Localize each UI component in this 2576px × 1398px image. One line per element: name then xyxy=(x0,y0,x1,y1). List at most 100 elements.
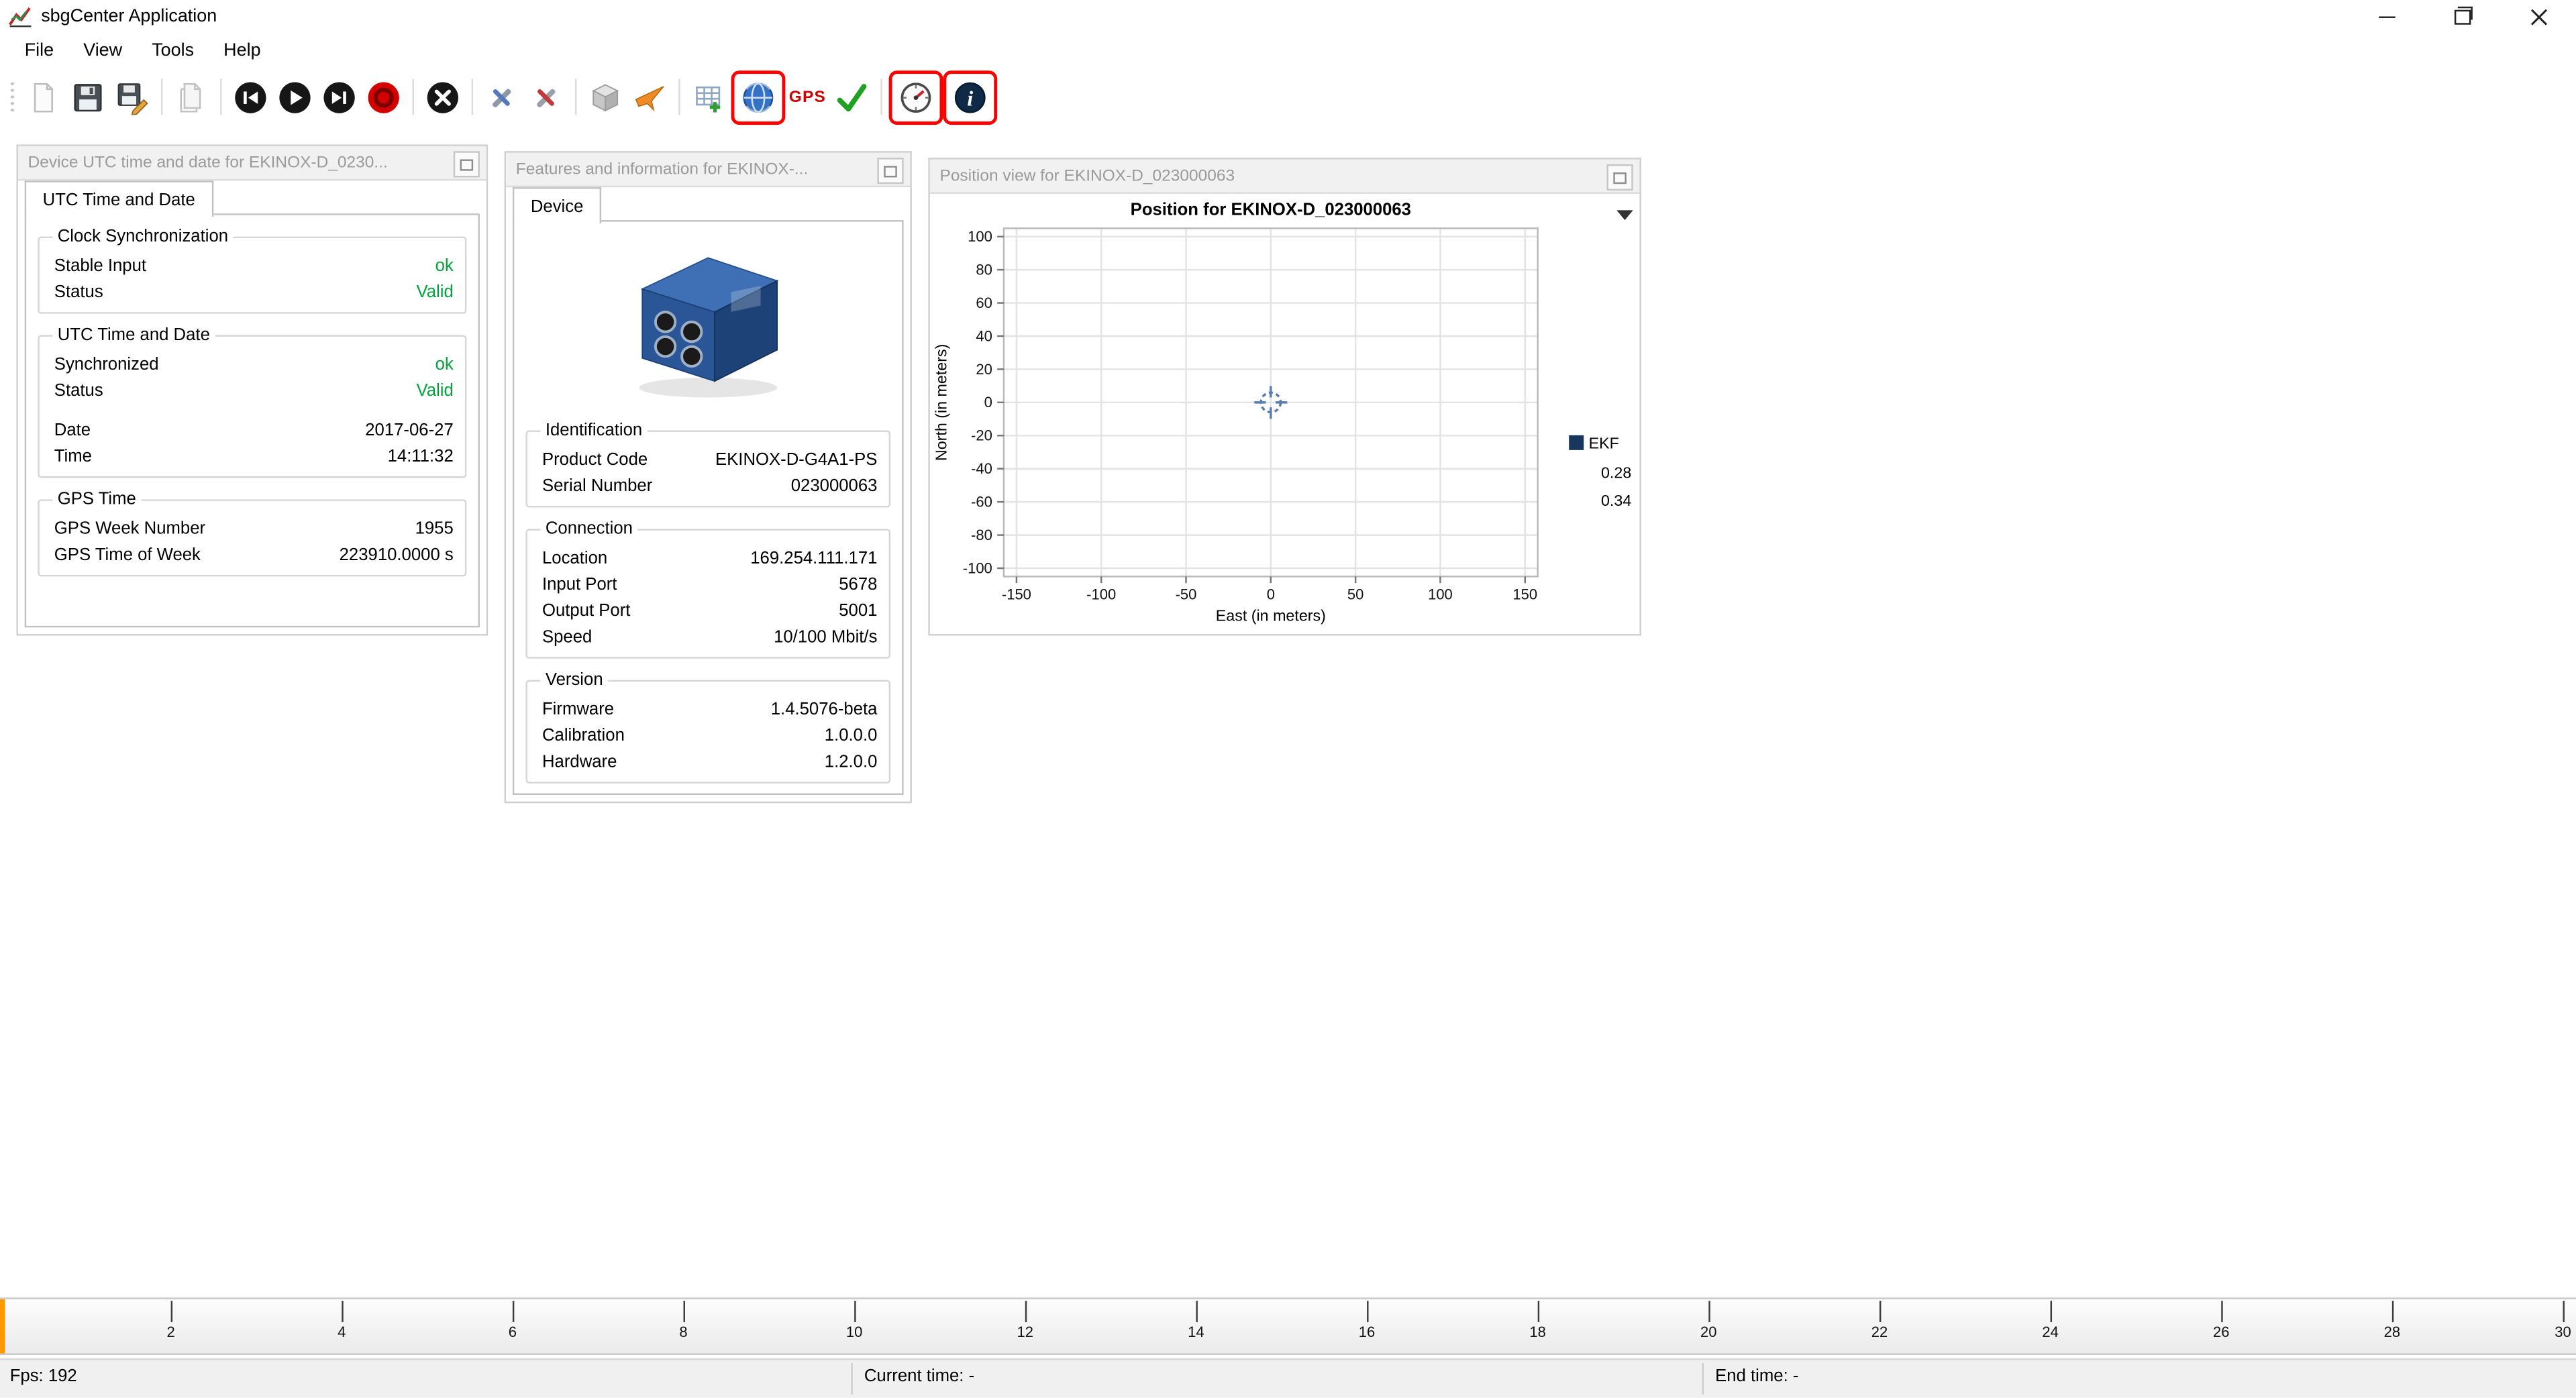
repair-tools-button[interactable] xyxy=(524,74,568,119)
panel-utc-content: Clock Synchronization Stable Inputok Statu… xyxy=(25,213,480,627)
field-row: Stable Inputok xyxy=(40,253,465,279)
cancel-button[interactable] xyxy=(421,74,465,119)
svg-text:-100: -100 xyxy=(1086,586,1116,603)
svg-text:EKF: EKF xyxy=(1589,434,1619,451)
group-title: Identification xyxy=(541,421,648,440)
timeline-playhead[interactable] xyxy=(0,1299,5,1354)
restore-button[interactable] xyxy=(2425,0,2501,33)
svg-text:20: 20 xyxy=(976,361,992,378)
field-label: GPS Week Number xyxy=(54,516,205,542)
tab-label: Device xyxy=(531,197,584,216)
timeline-scrubber[interactable]: 24681012141618202224262830 xyxy=(0,1297,2576,1355)
window-title: sbgCenter Application xyxy=(41,7,217,26)
minimize-button[interactable] xyxy=(2349,0,2425,33)
play-button[interactable] xyxy=(272,74,317,119)
panel-position-view: Position view for EKINOX-D_023000063 -15… xyxy=(928,158,1641,635)
svg-text:60: 60 xyxy=(976,294,992,311)
group-gps-time: GPS TimeGPS Week Number1955GPS Time of W… xyxy=(38,499,466,576)
3d-view-button[interactable] xyxy=(583,74,627,119)
close-icon xyxy=(2529,7,2547,25)
field-value: 1.2.0.0 xyxy=(825,749,878,775)
checkmark-icon xyxy=(835,80,869,114)
save-as-button[interactable] xyxy=(110,74,154,119)
svg-text:-20: -20 xyxy=(971,427,992,444)
field-row: Serial Number023000063 xyxy=(527,473,889,499)
field-label: Hardware xyxy=(542,749,617,775)
toolbar-separator xyxy=(880,79,882,115)
field-value: 1.0.0.0 xyxy=(825,722,878,749)
menu-tools[interactable]: Tools xyxy=(137,36,209,66)
attitude-view-button[interactable] xyxy=(627,74,672,119)
timeline-tick xyxy=(1879,1301,1881,1322)
y-axis-label: North (in meters) xyxy=(932,344,949,461)
field-row: Output Port5001 xyxy=(527,598,889,624)
chart-options-dropdown[interactable] xyxy=(1616,210,1633,220)
field-label: Status xyxy=(54,378,103,404)
group-title: Version xyxy=(541,670,608,690)
panel-features-close-button[interactable] xyxy=(877,158,903,184)
field-row: Synchronizedok xyxy=(40,352,465,378)
group-title: GPS Time xyxy=(52,490,141,509)
timeline-tick-label: 8 xyxy=(664,1324,703,1340)
skip-to-start-button[interactable] xyxy=(228,74,272,119)
group-version: VersionFirmware1.4.5076-betaCalibration1… xyxy=(525,680,890,784)
svg-text:-40: -40 xyxy=(971,460,992,477)
panel-features: Features and information for EKINOX-... … xyxy=(505,151,912,803)
svg-text:0.34: 0.34 xyxy=(1601,492,1631,509)
timeline-tick-label: 12 xyxy=(1005,1324,1045,1340)
svg-text:-100: -100 xyxy=(963,559,992,576)
record-button[interactable] xyxy=(362,74,406,119)
timeline-tick-label: 18 xyxy=(1518,1324,1557,1340)
timeline-tick-label: 22 xyxy=(1860,1324,1900,1340)
field-label: Synchronized xyxy=(54,352,159,378)
menu-view[interactable]: View xyxy=(68,36,137,66)
timeline-tick-label: 24 xyxy=(2030,1324,2070,1340)
timeline-tick-label: 10 xyxy=(835,1324,874,1340)
tab-device[interactable]: Device xyxy=(513,187,601,223)
timeline-tick xyxy=(1196,1301,1197,1322)
field-label: Speed xyxy=(542,624,592,650)
menu-file[interactable]: File xyxy=(10,36,68,66)
position-view-button[interactable] xyxy=(731,70,786,124)
menu-help[interactable]: Help xyxy=(209,36,275,66)
toolbar-separator xyxy=(413,79,414,115)
group-clock-synchronization: Clock SynchronizationStable InputokStatu… xyxy=(38,237,466,314)
timeline-tick-label: 26 xyxy=(2202,1324,2241,1340)
clock-view-button[interactable] xyxy=(889,70,943,124)
panel-position-close-button[interactable] xyxy=(1607,164,1633,191)
panel-features-content: IdentificationProduct CodeEKINOX-D-G4A1-… xyxy=(513,220,904,795)
timeline-tick xyxy=(2392,1301,2393,1322)
gps-text-icon: GPS xyxy=(789,88,826,106)
panel-utc-close-button[interactable] xyxy=(454,151,480,177)
close-button[interactable] xyxy=(2500,0,2576,33)
status-check-button[interactable] xyxy=(829,74,874,119)
chart-title: Position for EKINOX-D_023000063 xyxy=(1131,201,1411,219)
panel-utc-titlebar[interactable]: Device UTC time and date for EKINOX-D_02… xyxy=(18,146,486,180)
new-file-button[interactable] xyxy=(21,74,66,119)
field-row: Firmware1.4.5076-beta xyxy=(527,696,889,722)
cancel-icon xyxy=(425,80,460,114)
tab-utc-time-and-date[interactable]: UTC Time and Date xyxy=(25,180,213,217)
aircraft-icon xyxy=(633,80,667,114)
svg-text:-50: -50 xyxy=(1176,586,1197,603)
gps-view-button[interactable]: GPS xyxy=(785,74,829,119)
svg-text:50: 50 xyxy=(1347,586,1364,603)
export-page-button[interactable] xyxy=(169,74,213,119)
save-button[interactable] xyxy=(66,74,110,119)
panel-features-titlebar[interactable]: Features and information for EKINOX-... xyxy=(506,153,910,187)
timeline-tick xyxy=(854,1301,856,1322)
field-value: 223910.0000 s xyxy=(340,542,454,568)
panel-utc-time: Device UTC time and date for EKINOX-D_02… xyxy=(16,144,488,635)
build-tools-button[interactable] xyxy=(480,74,524,119)
svg-text:0: 0 xyxy=(984,394,992,411)
group-title: Clock Synchronization xyxy=(52,227,233,246)
skip-to-end-button[interactable] xyxy=(317,74,362,119)
record-icon xyxy=(366,80,401,114)
add-grid-view-button[interactable] xyxy=(686,74,731,119)
device-info-button[interactable]: i xyxy=(943,70,997,124)
position-chart: -150-100-50050100150100806040200-20-40-6… xyxy=(931,194,1638,627)
toolbar-handle[interactable] xyxy=(8,79,16,115)
group-utc-time-and-date: UTC Time and DateSynchronizedokStatusVal… xyxy=(38,335,466,478)
tab-label: UTC Time and Date xyxy=(43,190,195,209)
panel-position-titlebar[interactable]: Position view for EKINOX-D_023000063 xyxy=(930,159,1640,193)
